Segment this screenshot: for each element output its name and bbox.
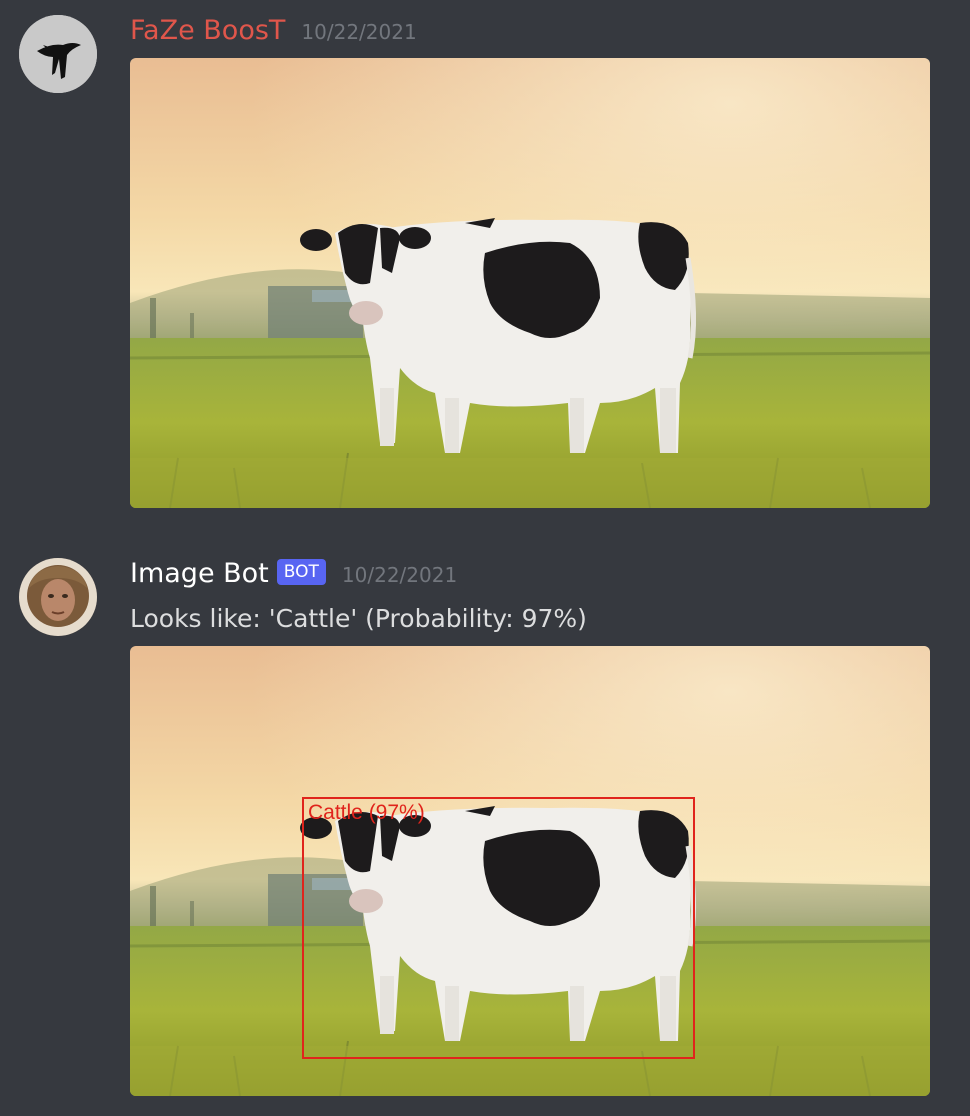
bot-tag-badge: BOT: [276, 559, 326, 585]
timestamp: 10/22/2021: [301, 20, 417, 44]
username[interactable]: FaZe BoosT: [130, 14, 285, 48]
image-attachment[interactable]: [130, 58, 930, 508]
detection-bounding-box: [302, 797, 695, 1059]
timestamp: 10/22/2021: [341, 563, 458, 587]
message-image-bot: Image Bot BOT 10/22/2021 Looks like: 'Ca…: [0, 545, 970, 1116]
message-text: Looks like: 'Cattle' (Probability: 97%): [130, 604, 587, 633]
user-avatar[interactable]: [19, 15, 97, 93]
curly-haired-man-avatar-icon: [19, 558, 97, 636]
username[interactable]: Image Bot: [130, 557, 269, 591]
bot-avatar[interactable]: [19, 558, 97, 636]
black-bird-on-gray-avatar-icon: [19, 15, 97, 93]
message-faze-boost: FaZe BoosT 10/22/2021: [0, 0, 970, 520]
cow-photo: [130, 58, 930, 508]
message-header: Image Bot BOT 10/22/2021: [130, 557, 457, 591]
detection-label: Cattle (97%): [308, 801, 425, 824]
annotated-image-attachment[interactable]: Cattle (97%): [130, 646, 930, 1096]
message-header: FaZe BoosT 10/22/2021: [130, 14, 417, 48]
